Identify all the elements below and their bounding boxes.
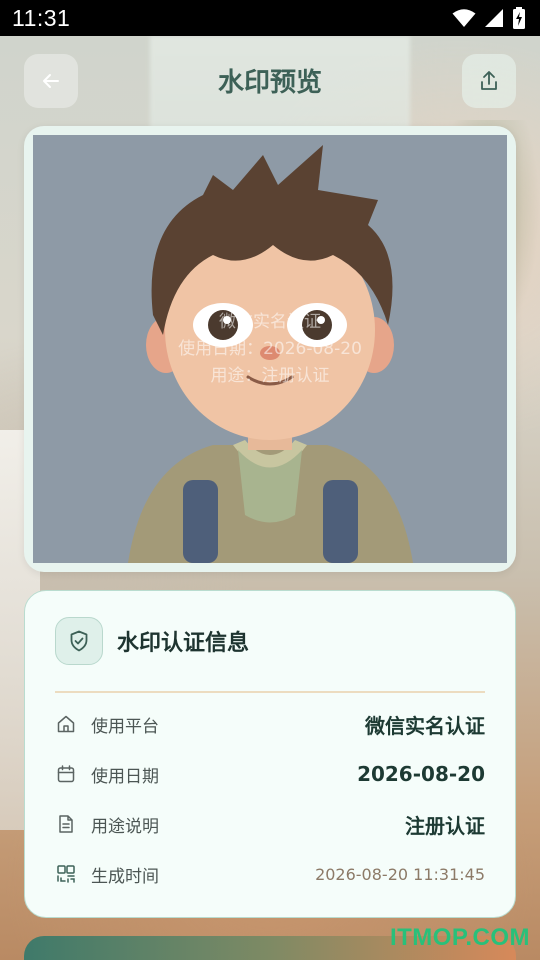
battery-icon <box>513 7 525 29</box>
row-value: 2026-08-20 11:31:45 <box>315 864 485 884</box>
info-title: 水印认证信息 <box>117 631 250 656</box>
info-row-date: 使用日期 2026-08-20 <box>55 749 485 799</box>
image-preview-card: 微信实名认证 使用日期：2026-08-20 用途：注册认证 <box>24 126 516 572</box>
shield-check-icon <box>70 630 88 652</box>
brand-watermark: ITMOP.COM <box>389 924 530 951</box>
info-row-purpose: 用途说明 注册认证 <box>55 799 485 849</box>
row-label: 生成时间 <box>91 866 159 887</box>
row-value: 微信实名认证 <box>365 713 485 738</box>
signal-icon <box>485 9 503 27</box>
calendar-icon <box>57 765 75 783</box>
row-value: 2026-08-20 <box>357 762 485 786</box>
home-icon <box>57 715 75 733</box>
share-button[interactable] <box>462 54 516 108</box>
info-row-generated-time: 生成时间 2026-08-20 11:31:45 <box>55 849 485 899</box>
status-icons <box>452 7 526 29</box>
watermark-info-card: 水印认证信息 使用平台 微信实名认证 使用日期 2026-08-20 用途说明 <box>24 590 516 918</box>
shield-badge <box>55 617 103 665</box>
row-value: 注册认证 <box>405 813 485 838</box>
share-icon <box>481 71 497 90</box>
status-bar: 11:31 <box>0 0 540 36</box>
row-label: 使用日期 <box>91 766 159 787</box>
row-label: 使用平台 <box>91 716 159 737</box>
info-header: 水印认证信息 <box>55 591 485 691</box>
document-icon <box>59 815 73 833</box>
page-title: 水印预览 <box>217 68 322 98</box>
divider <box>55 691 485 693</box>
watermark-overlay: 微信实名认证 使用日期：2026-08-20 用途：注册认证 <box>33 309 507 390</box>
status-time: 11:31 <box>12 4 71 31</box>
watermark-line-date: 使用日期：2026-08-20 <box>178 339 362 359</box>
watermark-line-purpose: 用途：注册认证 <box>210 366 330 386</box>
info-row-platform: 使用平台 微信实名认证 <box>55 699 485 749</box>
watermark-line-platform: 微信实名认证 <box>219 312 321 332</box>
wifi-icon <box>452 9 476 27</box>
qr-scan-icon <box>57 865 75 883</box>
row-label: 用途说明 <box>91 816 159 837</box>
preview-image[interactable]: 微信实名认证 使用日期：2026-08-20 用途：注册认证 <box>33 135 507 563</box>
